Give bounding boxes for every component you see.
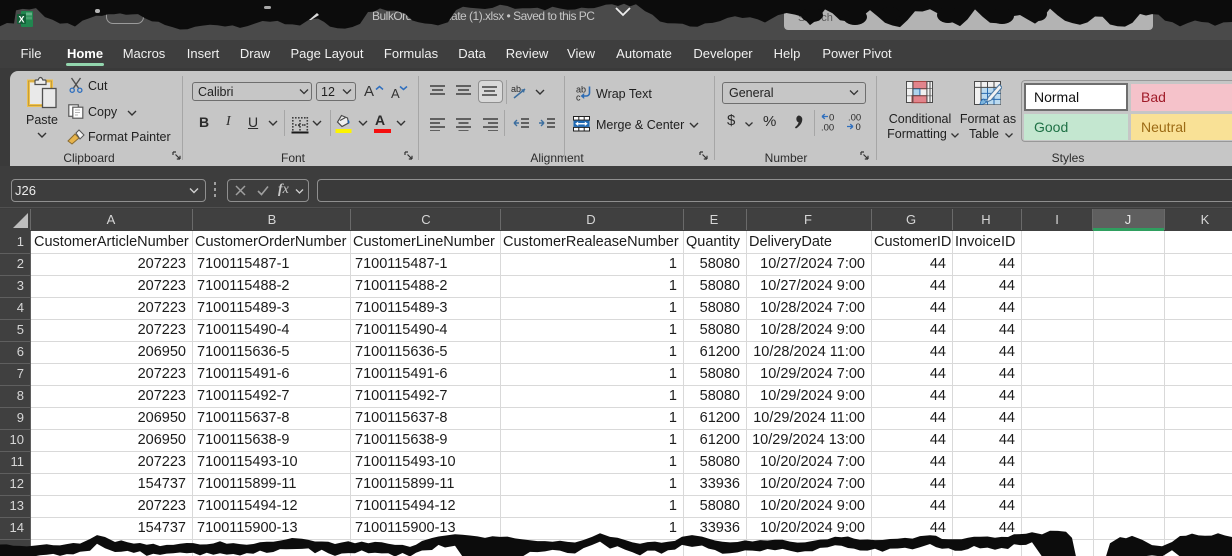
svg-text:.00: .00 (821, 123, 834, 133)
svg-text:ab: ab (511, 84, 521, 94)
svg-text:0: 0 (856, 122, 861, 132)
svg-text:c: c (576, 93, 581, 102)
